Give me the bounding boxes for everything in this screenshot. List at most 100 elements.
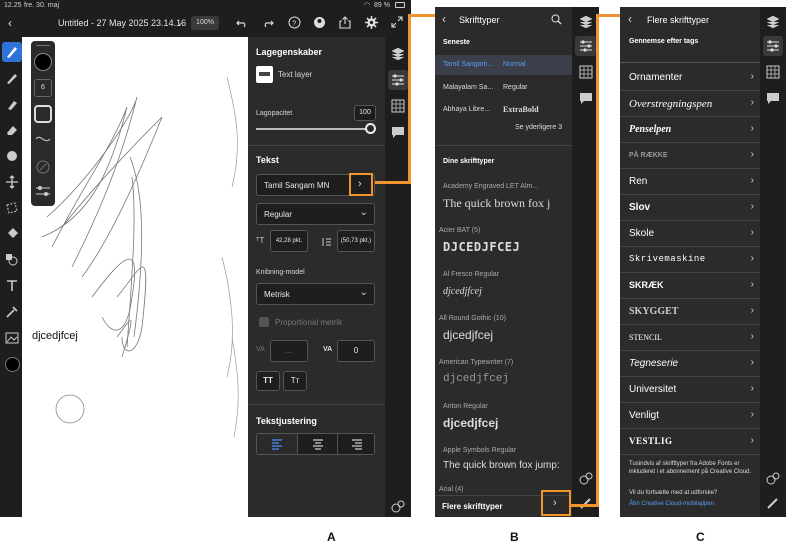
- undo-icon[interactable]: [236, 17, 248, 29]
- search-icon[interactable]: [551, 14, 562, 25]
- open-creative-cloud-link[interactable]: Åbn Creative Cloud-mobilappen: [629, 501, 753, 507]
- properties-button[interactable]: [763, 36, 783, 56]
- layer-thumbnail[interactable]: [256, 66, 273, 83]
- comment-icon[interactable]: [391, 125, 405, 139]
- fill-bucket-icon[interactable]: [5, 227, 19, 241]
- eyedropper-icon[interactable]: [5, 305, 19, 319]
- more-fonts-row[interactable]: Flere skrifttyper ›: [435, 490, 572, 517]
- font-list-item[interactable]: Anton Regular djcedjfcej: [435, 397, 572, 439]
- document-title[interactable]: Untitled - 27 May 2025 23.14.16: [58, 18, 186, 28]
- pen-icon[interactable]: [766, 496, 780, 510]
- layer-name[interactable]: Text layer: [278, 70, 312, 79]
- layers-icon[interactable]: [391, 47, 405, 61]
- eraser-icon[interactable]: [5, 123, 19, 137]
- font-family-chevron-button[interactable]: ›: [349, 173, 373, 196]
- font-size-field[interactable]: 42,28 pkt.: [270, 230, 308, 252]
- font-list-item[interactable]: American Typewriter (7) djcedjfcej: [435, 353, 572, 395]
- tag-row[interactable]: Universitet ›: [620, 377, 760, 403]
- fullscreen-icon[interactable]: [391, 16, 403, 28]
- tag-row[interactable]: Venligt ›: [620, 403, 760, 429]
- back-icon[interactable]: ‹: [8, 16, 12, 30]
- more-fonts-chevron-button[interactable]: ›: [541, 490, 571, 516]
- tag-row[interactable]: Overstregningspen ›: [620, 91, 760, 117]
- proportional-checkbox[interactable]: [259, 317, 269, 327]
- layers-icon[interactable]: [766, 15, 780, 29]
- account-icon[interactable]: [313, 16, 326, 29]
- tag-row[interactable]: Penselpen ›: [620, 117, 760, 143]
- shape-icon[interactable]: [5, 253, 19, 267]
- align-center-button[interactable]: [297, 434, 337, 454]
- image-icon[interactable]: [5, 331, 19, 345]
- opacity-slider-handle[interactable]: [365, 123, 376, 134]
- stroke-smoothing-icon[interactable]: [35, 133, 51, 145]
- comment-icon[interactable]: [766, 91, 780, 105]
- pressure-icon[interactable]: [35, 159, 51, 175]
- grid-icon[interactable]: [579, 65, 593, 79]
- effects-icon[interactable]: [391, 499, 405, 513]
- share-icon[interactable]: [339, 16, 351, 29]
- title-dropdown-icon[interactable]: ⌄: [176, 17, 184, 28]
- recent-font-row[interactable]: Abhaya Libre... ExtraBold: [435, 100, 572, 120]
- opacity-slider-track[interactable]: [256, 128, 370, 130]
- opacity-value-field[interactable]: 100: [354, 105, 376, 121]
- liquify-icon[interactable]: [5, 149, 19, 163]
- tag-row[interactable]: Slov ›: [620, 195, 760, 221]
- font-list-item[interactable]: Acier BAT (5) DJCEDJFCEJ: [435, 221, 572, 263]
- tag-row[interactable]: På række ›: [620, 143, 760, 169]
- recent-font-row[interactable]: Malayalam Sa... Regular: [435, 78, 572, 98]
- font-list-item[interactable]: Al Fresco Regular djcedjfcej: [435, 265, 572, 307]
- brush-opacity-button[interactable]: [34, 105, 52, 123]
- tracking-left-field[interactable]: ...: [270, 340, 308, 362]
- tag-row[interactable]: Tegneserie ›: [620, 351, 760, 377]
- back-icon[interactable]: ‹: [442, 12, 446, 26]
- selection-icon[interactable]: [5, 201, 19, 215]
- kerning-select[interactable]: Metrisk ⌄: [256, 283, 375, 305]
- tag-row[interactable]: Skræk ›: [620, 273, 760, 299]
- redo-icon[interactable]: [262, 17, 274, 29]
- tag-row[interactable]: Ren ›: [620, 169, 760, 195]
- brush-tool-button[interactable]: [2, 42, 22, 62]
- help-icon[interactable]: ?: [288, 16, 301, 29]
- font-style-select[interactable]: Regular ⌄: [256, 203, 375, 225]
- panel-handle[interactable]: [36, 45, 50, 46]
- transform-icon[interactable]: [5, 175, 19, 189]
- recent-font-row-selected[interactable]: Tamil Sangam... Normal: [435, 55, 572, 75]
- tag-row[interactable]: Skygget ›: [620, 299, 760, 325]
- small-caps-button[interactable]: Tт: [283, 371, 307, 391]
- back-icon[interactable]: ‹: [628, 12, 632, 26]
- grid-icon[interactable]: [391, 99, 405, 113]
- tag-row[interactable]: Ornamenter ›: [620, 65, 760, 91]
- settings-gear-icon[interactable]: [365, 16, 378, 29]
- zoom-indicator[interactable]: 100%: [191, 16, 219, 30]
- color-swatch[interactable]: [5, 357, 20, 372]
- effects-icon[interactable]: [579, 471, 593, 485]
- all-caps-button[interactable]: TT: [256, 371, 280, 391]
- comment-icon[interactable]: [579, 91, 593, 105]
- layers-icon[interactable]: [579, 15, 593, 29]
- tag-row[interactable]: Skole ›: [620, 221, 760, 247]
- pen-icon[interactable]: [579, 496, 593, 510]
- tag-row[interactable]: Stencil ›: [620, 325, 760, 351]
- leading-field[interactable]: (50,73 pkt.): [337, 230, 375, 252]
- tag-row[interactable]: Vestlig ›: [620, 429, 760, 455]
- tag-row[interactable]: Skrivemaskine ›: [620, 247, 760, 273]
- grid-icon[interactable]: [766, 65, 780, 79]
- font-list-item[interactable]: Apple Symbols Regular The quick brown fo…: [435, 441, 572, 483]
- font-list-item[interactable]: All Round Gothic (10) djcedjfcej: [435, 309, 572, 351]
- effects-icon[interactable]: [766, 471, 780, 485]
- brush-color-swatch[interactable]: [34, 53, 52, 71]
- font-list-item[interactable]: Academy Engraved LET Alm... The quick br…: [435, 177, 572, 219]
- properties-button[interactable]: [575, 36, 596, 56]
- tracking-right-field[interactable]: 0: [337, 340, 375, 362]
- align-left-button[interactable]: [257, 434, 297, 454]
- align-right-button[interactable]: [337, 434, 375, 454]
- canvas-text-layer[interactable]: djcedjfcej: [32, 330, 78, 342]
- text-tool-icon[interactable]: [5, 279, 19, 293]
- brush-size-field[interactable]: 6: [34, 79, 52, 97]
- properties-button[interactable]: [388, 70, 408, 90]
- drawing-canvas[interactable]: djcedjfcej: [22, 37, 248, 517]
- see-more-link[interactable]: Se yderligere 3: [515, 124, 562, 131]
- pixel-brush-icon[interactable]: [5, 71, 19, 85]
- brush-options-icon[interactable]: [35, 185, 51, 197]
- smudge-icon[interactable]: [5, 97, 19, 111]
